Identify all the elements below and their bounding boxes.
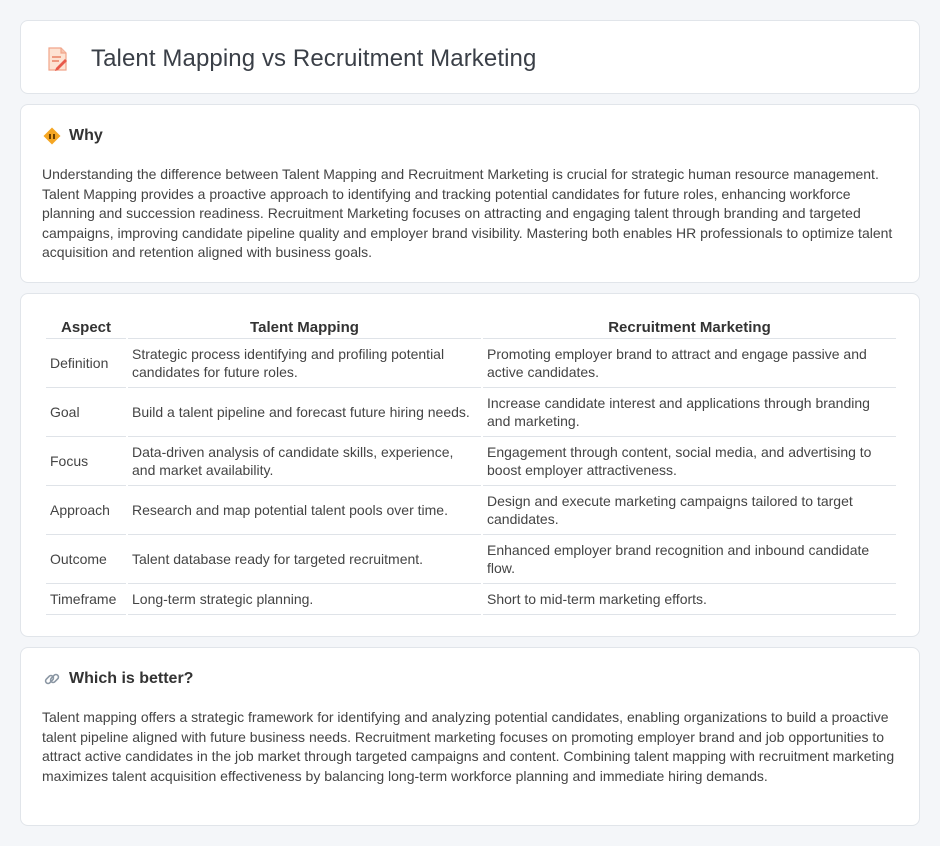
page-title: Talent Mapping vs Recruitment Marketing bbox=[91, 45, 537, 72]
aspect-cell: Focus bbox=[46, 437, 126, 486]
why-section: Why Understanding the difference between… bbox=[20, 104, 920, 283]
header-aspect: Aspect bbox=[46, 316, 126, 339]
recruitment-marketing-cell: Short to mid-term marketing efforts. bbox=[483, 584, 896, 615]
talent-mapping-cell: Strategic process identifying and profil… bbox=[128, 339, 481, 388]
comparison-table: Aspect Talent Mapping Recruitment Market… bbox=[44, 316, 898, 615]
recruitment-marketing-cell: Enhanced employer brand recognition and … bbox=[483, 535, 896, 584]
table-row: Timeframe Long-term strategic planning. … bbox=[46, 584, 896, 615]
table-row: Focus Data-driven analysis of candidate … bbox=[46, 437, 896, 486]
header-talent-mapping: Talent Mapping bbox=[128, 316, 481, 339]
aspect-cell: Timeframe bbox=[46, 584, 126, 615]
better-heading: Which is better? bbox=[69, 670, 194, 687]
aspect-cell: Definition bbox=[46, 339, 126, 388]
better-text: Talent mapping offers a strategic framew… bbox=[42, 709, 895, 784]
table-header-row: Aspect Talent Mapping Recruitment Market… bbox=[46, 316, 896, 339]
table-row: Approach Research and map potential tale… bbox=[46, 486, 896, 535]
title-row: Talent Mapping vs Recruitment Marketing bbox=[47, 45, 536, 73]
talent-mapping-cell: Talent database ready for targeted recru… bbox=[128, 535, 481, 584]
table-row: Definition Strategic process identifying… bbox=[46, 339, 896, 388]
talent-mapping-cell: Research and map potential talent pools … bbox=[128, 486, 481, 535]
table-row: Goal Build a talent pipeline and forecas… bbox=[46, 388, 896, 437]
table-row: Outcome Talent database ready for target… bbox=[46, 535, 896, 584]
recruitment-marketing-cell: Increase candidate interest and applicat… bbox=[483, 388, 896, 437]
talent-mapping-cell: Build a talent pipeline and forecast fut… bbox=[128, 388, 481, 437]
recruitment-marketing-cell: Engagement through content, social media… bbox=[483, 437, 896, 486]
talent-mapping-cell: Long-term strategic planning. bbox=[128, 584, 481, 615]
why-heading-row: Why bbox=[43, 127, 103, 145]
aspect-cell: Outcome bbox=[46, 535, 126, 584]
better-heading-row: Which is better? bbox=[43, 670, 193, 688]
comparison-section: Aspect Talent Mapping Recruitment Market… bbox=[20, 293, 920, 637]
header-card: Talent Mapping vs Recruitment Marketing bbox=[20, 20, 920, 94]
recruitment-marketing-cell: Promoting employer brand to attract and … bbox=[483, 339, 896, 388]
which-is-better-section: Which is better? Talent mapping offers a… bbox=[20, 647, 920, 826]
document-pencil-icon bbox=[47, 46, 69, 72]
aspect-cell: Goal bbox=[46, 388, 126, 437]
aspect-cell: Approach bbox=[46, 486, 126, 535]
why-text: Understanding the difference between Tal… bbox=[42, 166, 893, 260]
header-recruitment-marketing: Recruitment Marketing bbox=[483, 316, 896, 339]
talent-mapping-cell: Data-driven analysis of candidate skills… bbox=[128, 437, 481, 486]
road-sign-icon bbox=[43, 127, 61, 145]
why-heading: Why bbox=[69, 127, 103, 144]
link-icon bbox=[43, 670, 61, 688]
recruitment-marketing-cell: Design and execute marketing campaigns t… bbox=[483, 486, 896, 535]
